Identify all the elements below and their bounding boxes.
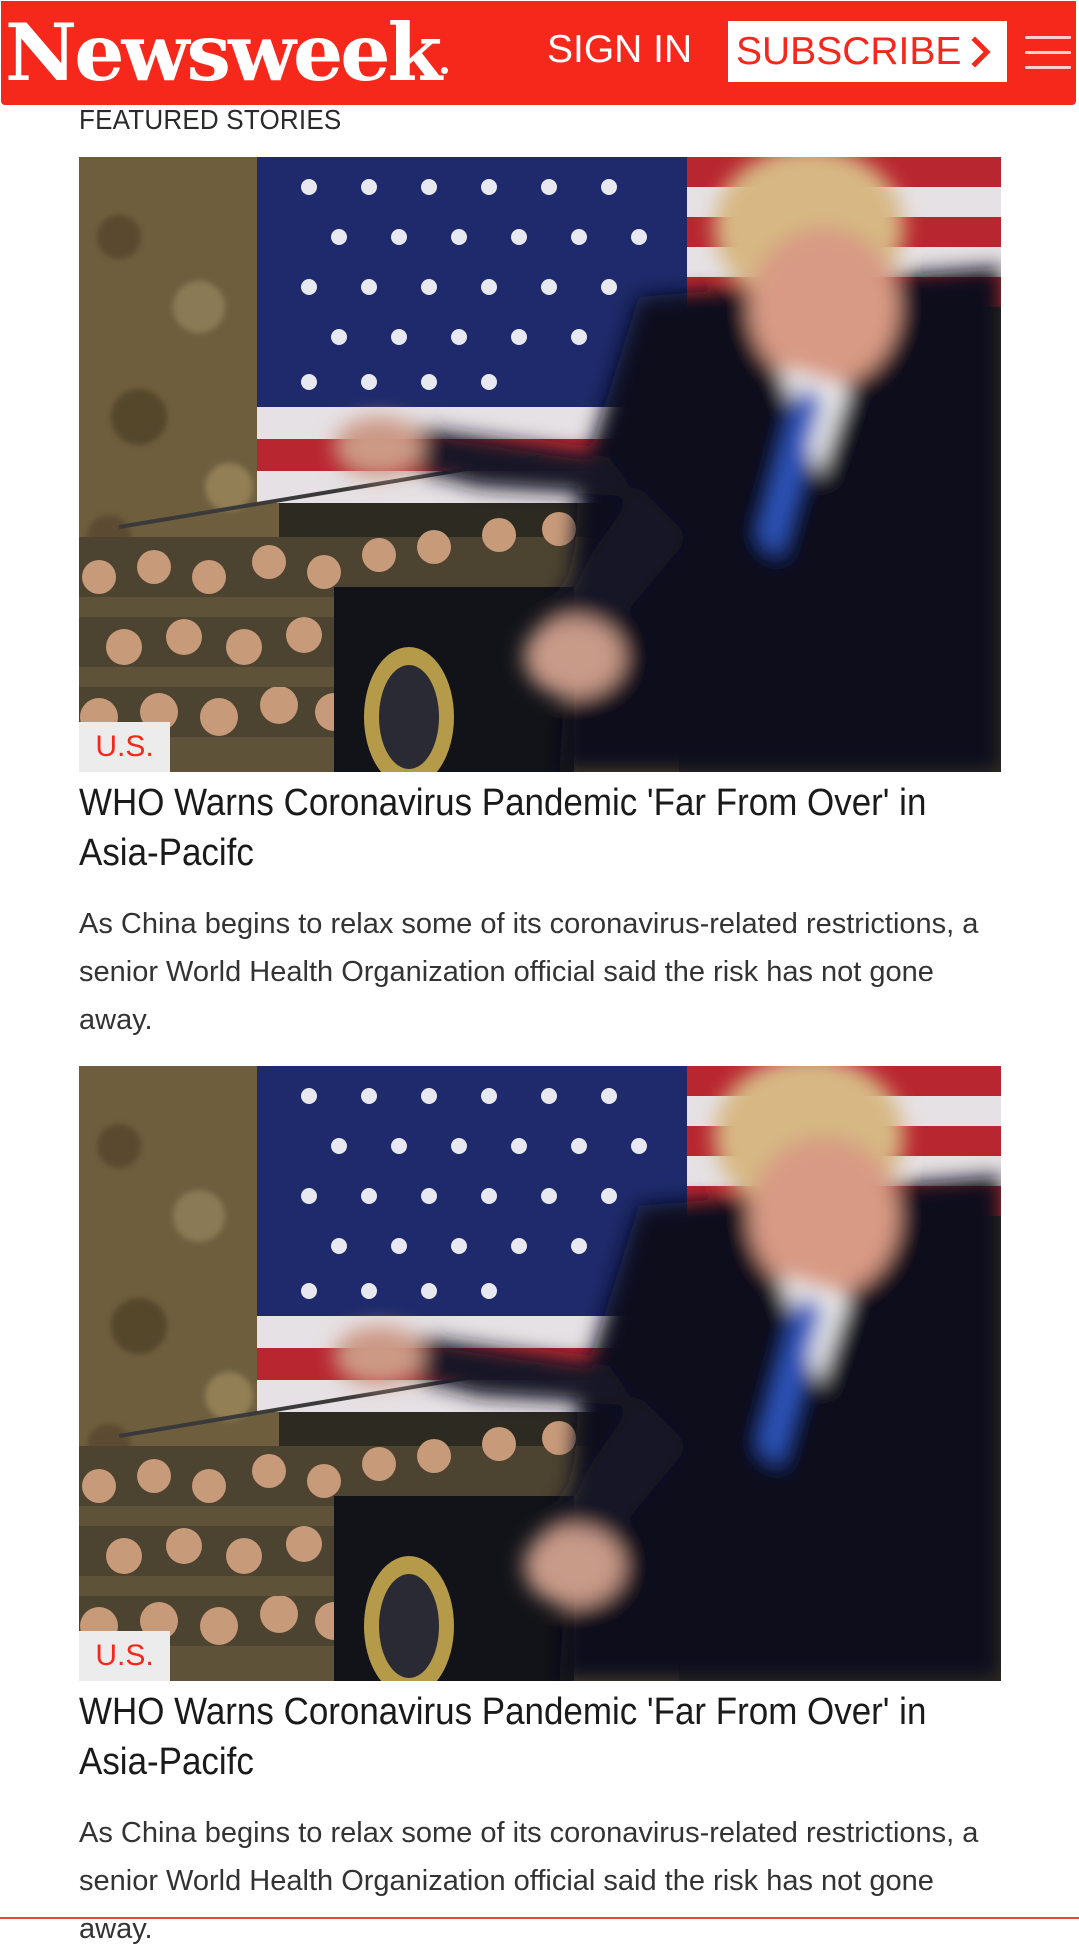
logo-dot [441,67,449,74]
site-header: Newsweek SIGN IN SUBSCRIBE [1,1,1076,105]
story-card: U.S. WHO Warns Coronavirus Pandemic 'Far… [79,1066,1001,1953]
newsweek-logo[interactable]: Newsweek [5,5,449,101]
category-badge[interactable]: U.S. [79,722,170,772]
subscribe-button[interactable]: SUBSCRIBE [728,21,1007,82]
story-card: U.S. WHO Warns Coronavirus Pandemic 'Far… [79,157,1001,1044]
category-badge[interactable]: U.S. [79,1631,170,1681]
story-photo [79,1066,1001,1681]
hamburger-menu-icon[interactable] [1025,33,1073,73]
story-title[interactable]: WHO Warns Coronavirus Pandemic 'Far From… [79,778,999,878]
subscribe-label: SUBSCRIBE [736,29,962,73]
chevron-right-icon [971,35,991,68]
story-description: As China begins to relax some of its cor… [79,908,979,1036]
story-photo [79,157,1001,772]
section-title: FEATURED STORIES [79,104,342,135]
story-title[interactable]: WHO Warns Coronavirus Pandemic 'Far From… [79,1687,999,1787]
story-description: As China begins to relax some of its cor… [79,1817,979,1945]
sign-in-link[interactable]: SIGN IN [547,25,692,75]
story-image[interactable]: U.S. [79,157,1001,772]
story-image[interactable]: U.S. [79,1066,1001,1681]
logo-text: Newsweek [5,6,442,99]
